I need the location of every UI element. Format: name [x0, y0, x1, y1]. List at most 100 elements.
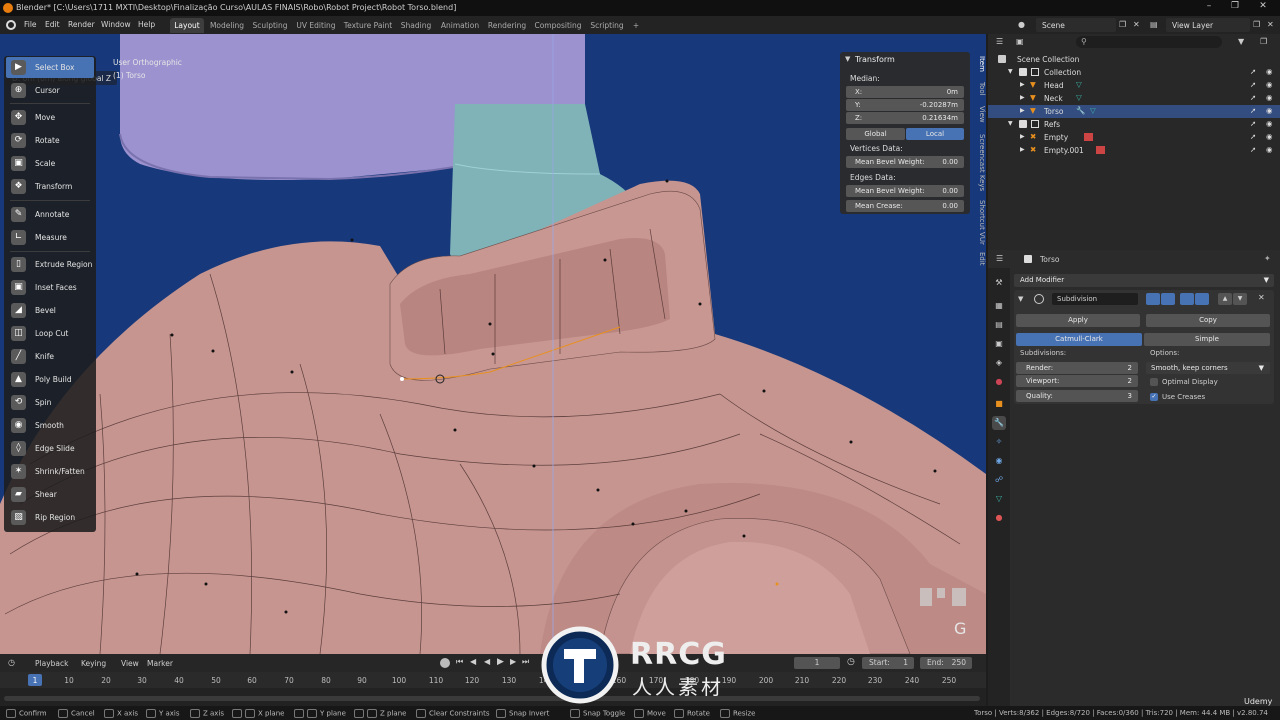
median-y-field[interactable]: Y: -0.20287m	[846, 99, 964, 111]
expand-arrow-icon[interactable]: ▼	[1008, 120, 1013, 127]
render-toggle-icon[interactable]	[1180, 293, 1194, 305]
tab-modeling[interactable]: Modeling	[208, 18, 246, 33]
menu-window[interactable]: Window	[101, 20, 131, 29]
expand-arrow-icon[interactable]: ▶	[1020, 94, 1025, 101]
eye-icon[interactable]: ◉	[1266, 80, 1273, 89]
new-collection-icon[interactable]: ❐	[1260, 37, 1267, 46]
expand-arrow-icon[interactable]: ▶	[1020, 107, 1025, 114]
menu-file[interactable]: File	[24, 20, 37, 29]
view-menu[interactable]: View	[121, 659, 139, 668]
jump-end-icon[interactable]: ⏭	[522, 657, 529, 667]
clock-icon[interactable]: ◷	[847, 657, 855, 667]
object-tab-icon[interactable]: ■	[992, 397, 1006, 411]
maximize-button[interactable]: ❐	[1222, 1, 1248, 15]
play-reverse-icon[interactable]: ◀	[484, 657, 490, 666]
local-toggle[interactable]: Local	[906, 128, 964, 140]
tab-shading[interactable]: Shading	[398, 18, 434, 33]
editmode-toggle-icon[interactable]	[1146, 293, 1160, 305]
tool-poly-build[interactable]: ▲ Poly Build	[6, 369, 94, 390]
tool-loop-cut[interactable]: ◫ Loop Cut	[6, 323, 94, 344]
constraints-tab-icon[interactable]: ☍	[992, 473, 1006, 487]
add-workspace-icon[interactable]: +	[630, 18, 642, 33]
apply-button[interactable]: Apply	[1016, 314, 1140, 327]
outliner-row-empty[interactable]: ▶ ✖ Empty ➚ ◉	[988, 131, 1280, 144]
collapse-arrow-icon[interactable]: ▼	[845, 55, 850, 63]
median-x-field[interactable]: X: 0m	[846, 86, 964, 98]
tool-shrink-fatten[interactable]: ✶ Shrink/Fatten	[6, 461, 94, 482]
expand-arrow-icon[interactable]: ▶	[1020, 81, 1025, 88]
tab-animation[interactable]: Animation	[439, 18, 481, 33]
move-down-icon[interactable]: ▼	[1233, 293, 1247, 305]
modifier-name-input[interactable]: Subdivision	[1052, 293, 1138, 305]
scene-icon[interactable]: ●	[1018, 20, 1030, 30]
outliner-row-scene-collection[interactable]: Scene Collection	[988, 53, 1280, 66]
render-tab-icon[interactable]: ▦	[992, 299, 1006, 313]
viewport-levels-field[interactable]: Viewport: 2	[1016, 375, 1138, 387]
tab-layout[interactable]: Layout	[170, 18, 204, 33]
outliner-row-refs[interactable]: ▼ Refs ➚ ◉	[988, 118, 1280, 131]
eye-icon[interactable]: ◉	[1266, 106, 1273, 115]
tool-tab-icon[interactable]: ⚒	[992, 276, 1006, 290]
material-tab-icon[interactable]: ●	[992, 511, 1006, 525]
world-tab-icon[interactable]: ●	[992, 375, 1006, 389]
tab-sculpting[interactable]: Sculpting	[251, 18, 289, 33]
uv-smooth-dropdown[interactable]: Smooth, keep corners ▼	[1146, 362, 1270, 374]
end-frame-field[interactable]: End: 250	[920, 657, 972, 669]
remove-modifier-icon[interactable]: ✕	[1258, 293, 1265, 302]
record-icon[interactable]	[440, 658, 450, 668]
tool-inset-faces[interactable]: ▣ Inset Faces	[6, 277, 94, 298]
physics-tab-icon[interactable]: ◉	[992, 454, 1006, 468]
output-tab-icon[interactable]: ▤	[992, 318, 1006, 332]
tab-screencast-keys[interactable]: Screencast Keys	[972, 134, 986, 191]
mean-crease-field[interactable]: Mean Crease: 0.00	[846, 200, 964, 212]
next-keyframe-icon[interactable]: ▶	[510, 657, 516, 666]
expand-arrow-icon[interactable]: ▶	[1020, 146, 1025, 153]
tab-rendering[interactable]: Rendering	[486, 18, 528, 33]
menu-render[interactable]: Render	[68, 20, 95, 29]
jump-start-icon[interactable]: ⏮	[456, 657, 463, 667]
3d-viewport[interactable]: D: 0m (0m) along global Z User Orthograp…	[0, 34, 986, 654]
tool-select-box[interactable]: ▶ Select Box	[6, 57, 94, 78]
view-layer-icon[interactable]: ▤	[1150, 20, 1158, 29]
tool-transform[interactable]: ❖ Transform	[6, 176, 94, 197]
tab-item[interactable]: Item	[972, 56, 986, 72]
catmull-clark-toggle[interactable]: Catmull-Clark	[1016, 333, 1142, 346]
eye-icon[interactable]: ◉	[1266, 67, 1273, 76]
tool-extrude-region[interactable]: ▯ Extrude Region	[6, 254, 94, 275]
close-button[interactable]: ✕	[1250, 1, 1276, 15]
start-frame-field[interactable]: Start: 1	[862, 657, 914, 669]
outliner-search-input[interactable]: ⚲	[1076, 36, 1222, 48]
outliner-row-neck[interactable]: ▶ ▼ Neck ▽ ➚ ◉	[988, 92, 1280, 105]
menu-help[interactable]: Help	[138, 20, 155, 29]
view-layer-tab-icon[interactable]: ▣	[992, 337, 1006, 351]
checkbox-icon[interactable]	[1019, 120, 1027, 128]
expand-arrow-icon[interactable]: ▶	[1020, 133, 1025, 140]
blender-menu-icon[interactable]	[6, 20, 16, 30]
optimal-display-checkbox[interactable]	[1150, 378, 1158, 386]
select-arrow-icon[interactable]: ➚	[1250, 145, 1256, 154]
tab-view[interactable]: View	[972, 106, 986, 123]
tab-uv-editing[interactable]: UV Editing	[294, 18, 338, 33]
view-layer-remove-icon[interactable]: ✕	[1267, 20, 1274, 29]
cage-toggle-icon[interactable]	[1195, 293, 1209, 305]
view-layer-new-icon[interactable]: ❐	[1253, 20, 1260, 29]
display-mode-icon[interactable]: ▣	[1016, 37, 1024, 46]
menu-edit[interactable]: Edit	[45, 20, 60, 29]
tab-texture-paint[interactable]: Texture Paint	[343, 18, 393, 33]
select-arrow-icon[interactable]: ➚	[1250, 106, 1256, 115]
playback-menu[interactable]: Playback	[35, 659, 68, 668]
use-creases-checkbox[interactable]: ✓	[1150, 393, 1158, 401]
eye-icon[interactable]: ◉	[1266, 93, 1273, 102]
scene-new-icon[interactable]: ❐	[1119, 20, 1126, 29]
play-icon[interactable]: ▶	[497, 657, 504, 667]
expand-arrow-icon[interactable]: ▼	[1008, 68, 1013, 75]
frame-ruler[interactable]: 1 10 20 30 40 50 60 70 80 90 100 110 120…	[0, 672, 986, 688]
outliner-row-torso[interactable]: ▶ ▼ Torso 🔧 ▽ ➚ ◉	[988, 105, 1280, 118]
tool-smooth[interactable]: ◉ Smooth	[6, 415, 94, 436]
tool-bevel[interactable]: ◢ Bevel	[6, 300, 94, 321]
tab-edit[interactable]: Edit	[972, 252, 986, 266]
outliner-row-collection[interactable]: ▼ Collection ➚ ◉	[988, 66, 1280, 79]
view-layer-selector[interactable]: View Layer	[1166, 18, 1250, 32]
eye-icon[interactable]: ◉	[1266, 145, 1273, 154]
tool-move[interactable]: ✥ Move	[6, 107, 94, 128]
